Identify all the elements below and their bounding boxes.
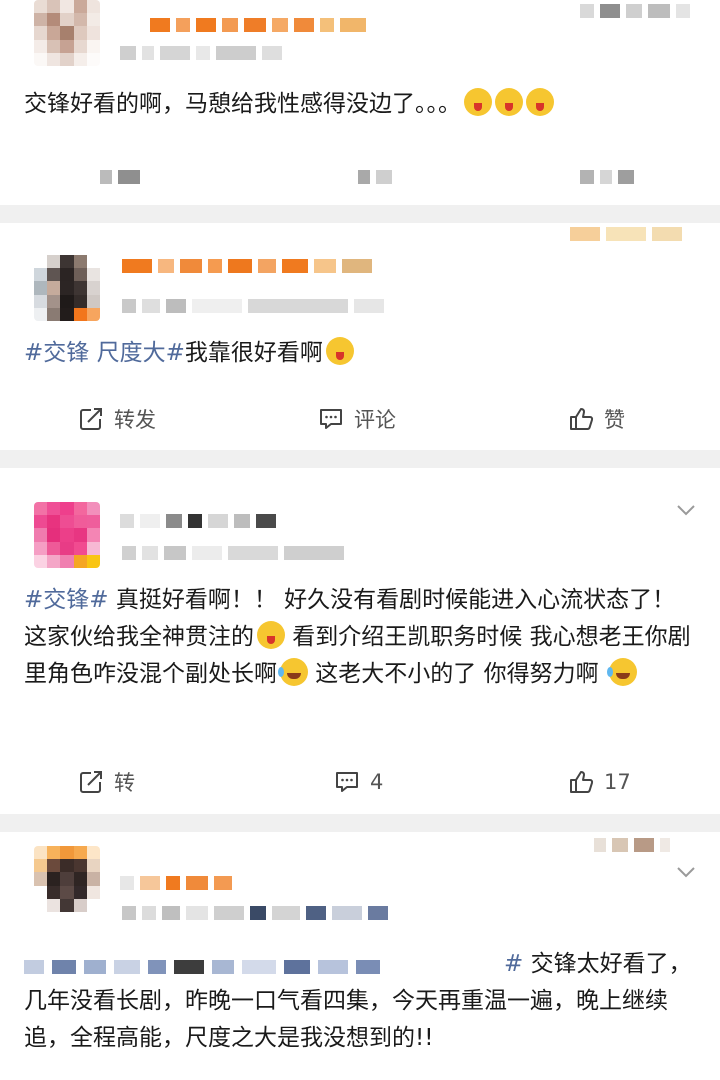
chevron-down-icon[interactable] bbox=[676, 866, 696, 878]
top-right-blur bbox=[594, 838, 670, 852]
drooling-emoji-icon bbox=[464, 88, 492, 116]
avatar[interactable] bbox=[34, 0, 100, 66]
action-bar: 转发 评论 赞 bbox=[0, 397, 720, 441]
repost-icon bbox=[80, 408, 102, 430]
topic-tag[interactable]: #交锋# bbox=[24, 587, 109, 613]
laugh-cry-emoji-icon bbox=[278, 658, 308, 686]
comment-icon bbox=[320, 409, 342, 429]
chevron-down-icon[interactable] bbox=[676, 504, 696, 516]
like-count: 17 bbox=[604, 770, 631, 794]
drooling-emoji-icon bbox=[526, 88, 554, 116]
comment-icon bbox=[336, 772, 358, 792]
meta-blur bbox=[122, 546, 344, 560]
post-text: 交锋好看的啊，马憩给我性感得没边了。。。 bbox=[24, 86, 696, 123]
repost-button[interactable]: 转 bbox=[78, 760, 135, 804]
repost-button[interactable]: 转发 bbox=[78, 397, 156, 441]
post-2: #交锋 尺度大#我靠很好看啊 转发 评论 赞 bbox=[0, 223, 720, 450]
like-button[interactable]: 赞 bbox=[568, 397, 625, 441]
post-4: # 交锋太好看了，几年没看长剧，昨晚一口气看四集，今天再重温一遍，晚上继续追，全… bbox=[0, 832, 720, 1080]
divider bbox=[0, 450, 720, 468]
meta-blur bbox=[122, 906, 388, 920]
username-blur[interactable] bbox=[120, 514, 276, 528]
actions-blur[interactable] bbox=[358, 170, 392, 184]
meta-blur bbox=[122, 299, 384, 313]
laugh-cry-emoji-icon bbox=[606, 658, 637, 686]
repost-icon bbox=[80, 771, 102, 793]
post-text: #交锋# 真挺好看啊！！ 好久没有看剧时候能进入心流状态了！ 这家伙给我全神贯注… bbox=[24, 587, 691, 687]
avatar[interactable] bbox=[34, 502, 100, 568]
post-1: 交锋好看的啊，马憩给我性感得没边了。。。 bbox=[0, 0, 720, 205]
drooling-emoji-icon bbox=[495, 88, 523, 116]
username-blur[interactable] bbox=[122, 259, 372, 273]
username-blur[interactable] bbox=[120, 876, 232, 890]
meta-blur bbox=[120, 46, 282, 60]
comment-button[interactable]: 评论 bbox=[318, 397, 396, 441]
repost-label: 转发 bbox=[114, 408, 156, 432]
avatar[interactable] bbox=[34, 846, 100, 912]
like-label: 赞 bbox=[604, 408, 625, 432]
avatar[interactable] bbox=[34, 255, 100, 321]
comment-count: 4 bbox=[370, 770, 384, 794]
actions-blur[interactable] bbox=[100, 170, 140, 184]
repost-label: 转 bbox=[114, 771, 135, 795]
thumbs-up-icon bbox=[570, 771, 594, 793]
topic-tag[interactable]: # bbox=[504, 951, 523, 977]
comment-button[interactable]: 4 bbox=[334, 760, 383, 804]
comment-label: 评论 bbox=[354, 408, 396, 432]
post-text: #交锋 尺度大#我靠很好看啊 bbox=[24, 335, 696, 372]
username-blur[interactable] bbox=[150, 18, 366, 32]
top-right-blur bbox=[570, 227, 682, 241]
drooling-emoji-icon bbox=[325, 337, 354, 365]
shocked-emoji-icon bbox=[257, 621, 285, 649]
actions-blur[interactable] bbox=[580, 170, 634, 184]
thumbs-up-icon bbox=[570, 408, 594, 430]
topic-tag[interactable]: #交锋 尺度大# bbox=[24, 340, 185, 366]
divider bbox=[0, 205, 720, 223]
like-button[interactable]: 17 bbox=[568, 760, 631, 804]
post-3: #交锋# 真挺好看啊！！ 好久没有看剧时候能进入心流状态了！ 这家伙给我全神贯注… bbox=[0, 468, 720, 814]
post-text: # 交锋太好看了，几年没看长剧，昨晚一口气看四集，今天再重温一遍，晚上继续追，全… bbox=[24, 951, 692, 1051]
action-bar: 转 4 17 bbox=[0, 760, 720, 804]
divider bbox=[0, 814, 720, 832]
top-right-blur bbox=[580, 4, 690, 18]
